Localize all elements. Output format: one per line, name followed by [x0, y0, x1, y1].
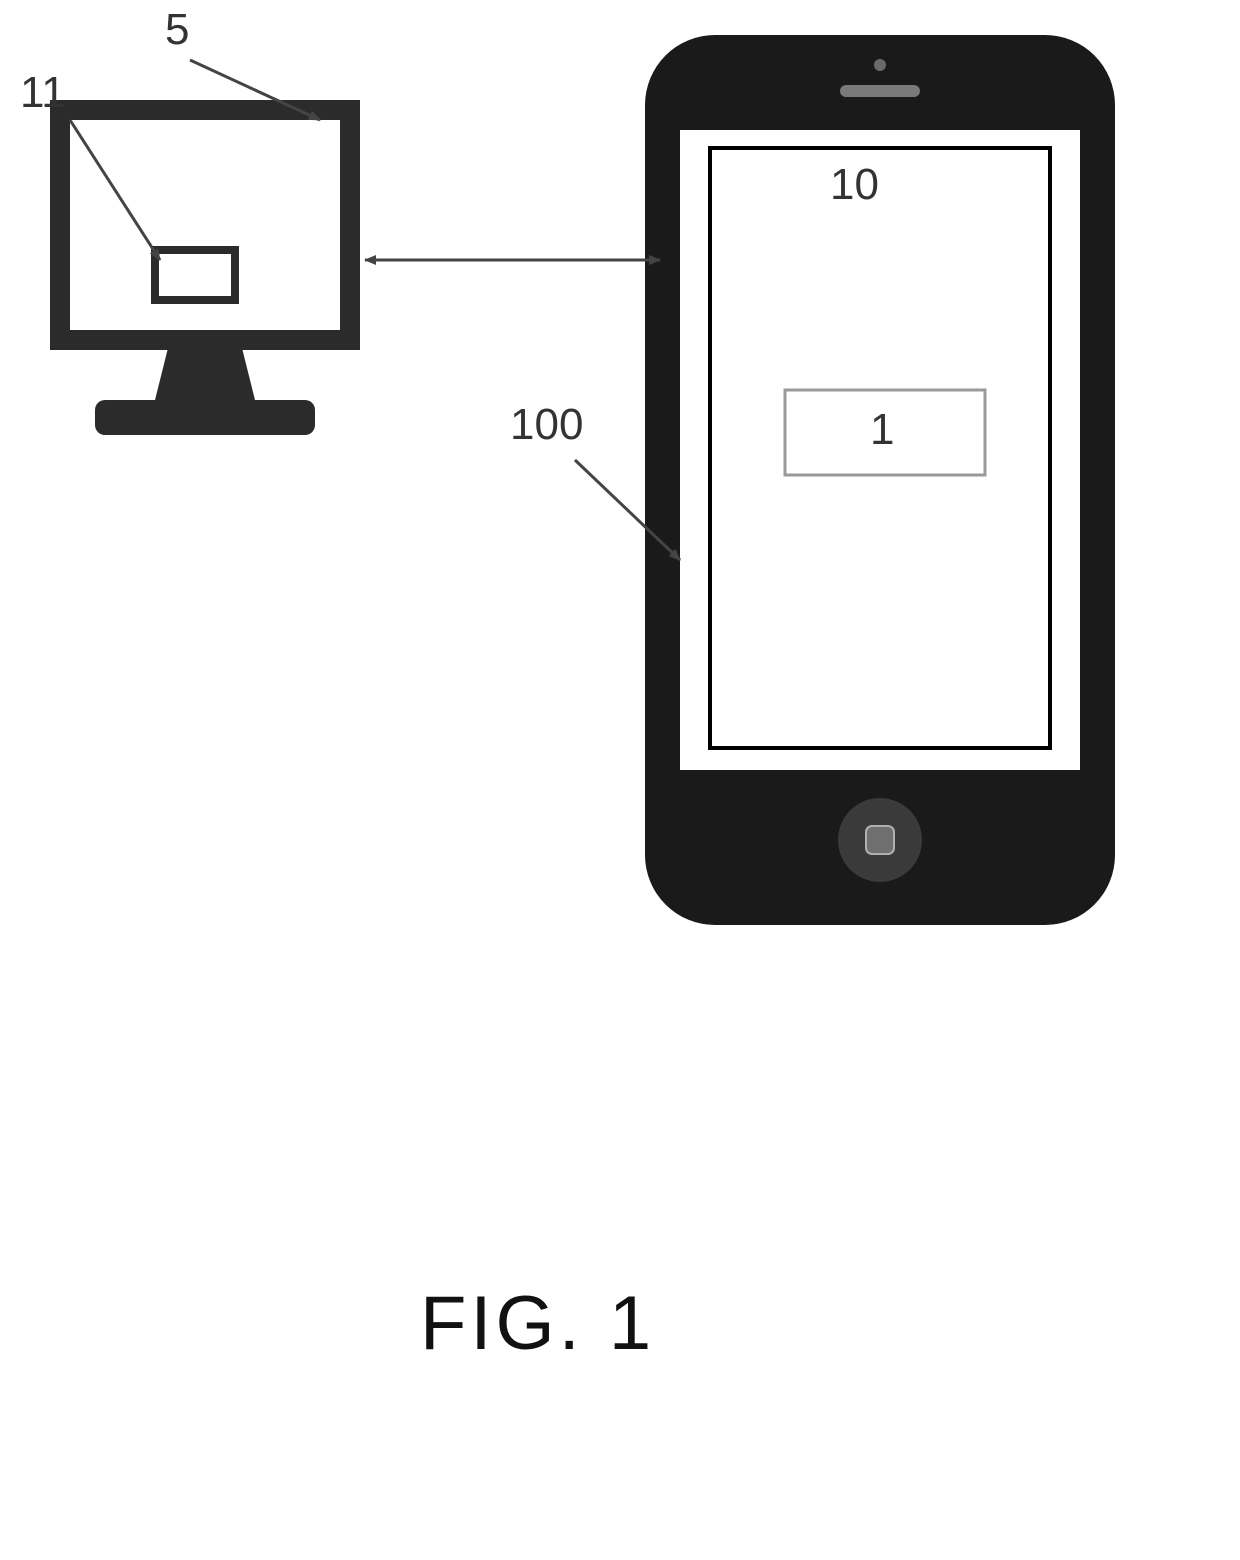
- system-ref-label: 100: [510, 400, 583, 450]
- figure-caption: FIG. 1: [420, 1280, 655, 1367]
- monitor-inner-ref-label: 11: [20, 68, 66, 118]
- monitor-ref-label: 5: [165, 5, 189, 55]
- phone-box-ref-label: 1: [870, 405, 894, 455]
- phone-screen-ref-label: 10: [830, 160, 879, 210]
